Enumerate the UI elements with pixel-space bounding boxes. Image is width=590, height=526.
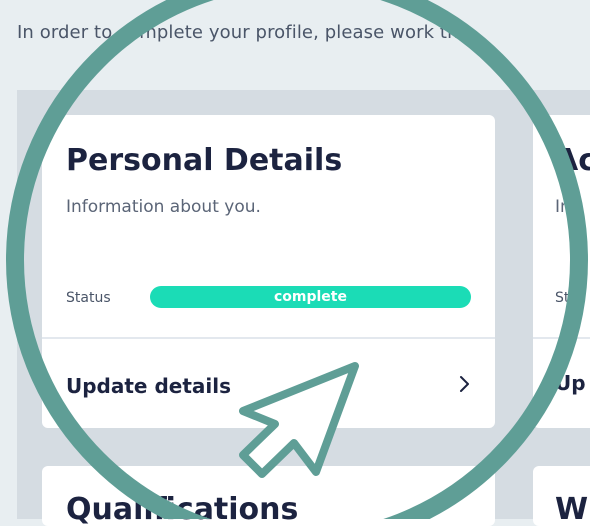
update-link-partial[interactable]: Up (555, 371, 586, 395)
page-title-fragment (300, 0, 360, 4)
personal-details-card: Personal Details Information about you. … (42, 115, 495, 428)
card-subtitle: Inf (555, 197, 577, 217)
card-title: Qualifications (66, 492, 299, 526)
address-card-partial: Ac Inf Sta Up (533, 115, 590, 428)
status-badge: complete (150, 286, 471, 308)
status-label: Sta (555, 290, 578, 306)
card-divider (533, 337, 590, 339)
bottom-right-card-partial: W (533, 466, 590, 526)
card-title: Ac (555, 143, 590, 178)
card-subtitle: Information about you. (66, 197, 261, 217)
card-divider (42, 337, 495, 339)
update-details-label: Update details (66, 374, 232, 398)
intro-text: In order to complete your profile, pleas… (17, 22, 459, 43)
update-details-link[interactable]: Update details (66, 371, 471, 401)
status-label: Status (66, 290, 111, 306)
card-title: Personal Details (66, 143, 343, 178)
qualifications-card: Qualifications (42, 466, 495, 526)
chevron-right-icon (459, 374, 471, 399)
status-badge-label: complete (273, 289, 347, 305)
card-title: W (555, 492, 589, 526)
